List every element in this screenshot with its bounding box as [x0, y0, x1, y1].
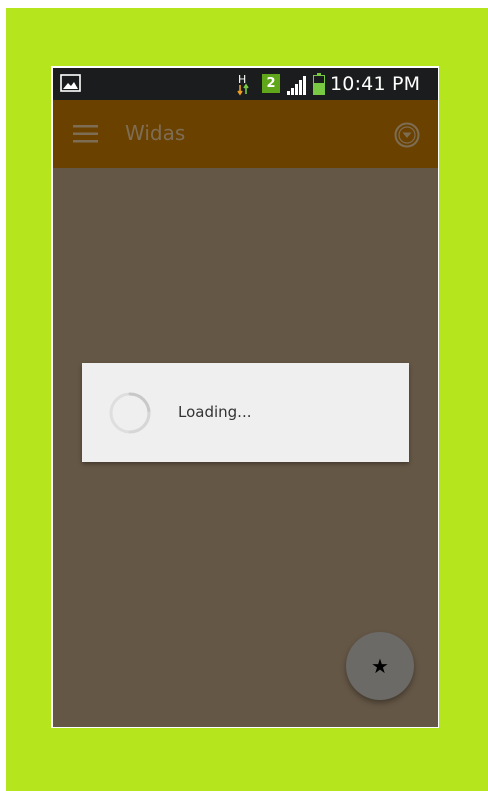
hspa-data-icon: H — [237, 73, 249, 96]
circle-chevron-down-icon[interactable] — [394, 122, 420, 148]
app-title: Widas — [125, 121, 186, 145]
loading-spinner-icon — [109, 392, 151, 434]
status-time: 10:41 PM — [330, 73, 421, 95]
app-toolbar: Widas — [53, 100, 438, 168]
status-bar: H 2 10:41 PM — [53, 68, 438, 100]
hamburger-menu-icon[interactable] — [73, 125, 98, 143]
star-icon: ★ — [371, 654, 389, 678]
app-screen: H 2 10:41 PM Widas Loading... ★ — [53, 68, 438, 727]
sim-2-icon: 2 — [262, 74, 280, 93]
favorite-fab-button[interactable]: ★ — [346, 632, 414, 700]
signal-strength-icon — [287, 76, 306, 95]
svg-text:H: H — [238, 73, 246, 86]
loading-message: Loading... — [178, 403, 252, 421]
battery-icon — [313, 73, 325, 95]
loading-dialog: Loading... — [82, 363, 409, 462]
screenshot-frame: H 2 10:41 PM Widas Loading... ★ — [0, 0, 488, 791]
phone-device: H 2 10:41 PM Widas Loading... ★ — [51, 66, 439, 728]
gallery-notification-icon — [60, 74, 81, 92]
